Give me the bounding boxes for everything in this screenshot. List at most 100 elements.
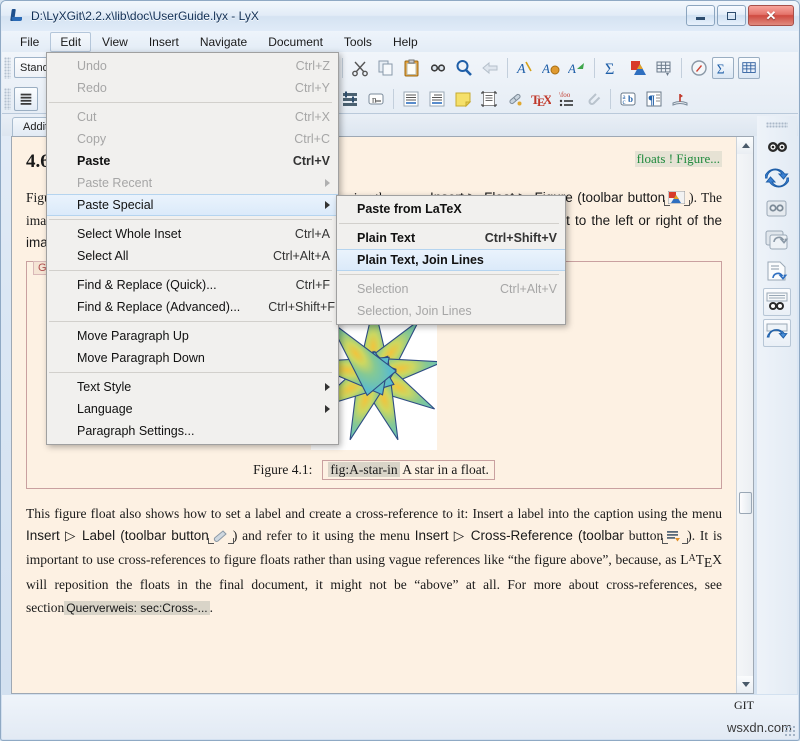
cross-reference-chip[interactable]: Querverweis: sec:Cross-... [64, 600, 210, 615]
attachment-icon[interactable] [580, 86, 606, 112]
scroll-up-button[interactable] [737, 137, 753, 154]
thesaurus-icon[interactable]: A [538, 55, 564, 81]
spellcheck-icon[interactable]: A [512, 55, 538, 81]
next-change-icon[interactable] [763, 288, 791, 316]
menu-item-plain-text-join-lines[interactable]: Plain Text, Join Lines [337, 249, 565, 271]
menu-item-plain-text-join-lines-label: Plain Text, Join Lines [357, 253, 484, 267]
menu-tools[interactable]: Tools [334, 32, 382, 52]
submenu-arrow-icon [325, 383, 330, 391]
menu-file[interactable]: File [10, 32, 49, 52]
menu-item-move-paragraph-down[interactable]: Move Paragraph Down [47, 347, 338, 369]
document-scrollbar[interactable] [736, 137, 753, 693]
scrollbar-thumb[interactable] [739, 492, 752, 514]
footnote-icon[interactable]: \foo [554, 86, 580, 112]
menu-item-select-all[interactable]: Select All Ctrl+Alt+A [47, 245, 338, 267]
figure-label-chip[interactable]: fig:A-star-in [328, 461, 400, 477]
menu-item-paste-from-latex[interactable]: Paste from LaTeX [337, 198, 565, 220]
menu-item-undo[interactable]: Undo Ctrl+Z [47, 55, 338, 77]
paste-special-submenu[interactable]: Paste from LaTeX Plain Text Ctrl+Shift+V… [336, 195, 566, 325]
para2-text-d: ▷ Cross-Reference (toolbar [448, 528, 624, 543]
edit-dropdown-menu[interactable]: Undo Ctrl+Z Redo Ctrl+Y Cut Ctrl+X Copy … [46, 52, 339, 445]
minimize-button[interactable] [686, 5, 715, 26]
window-resize-grip[interactable] [784, 725, 796, 737]
menu-item-text-style[interactable]: Text Style [47, 376, 338, 398]
menu-item-select-all-label: Select All [77, 249, 129, 263]
title-bar[interactable]: D:\LyXGit\2.2.x\lib\doc\UserGuide.lyx - … [1, 1, 799, 31]
menu-bar: File Edit View Insert Navigate Document … [2, 31, 798, 52]
status-bar: GIT wsxdn.com [2, 695, 798, 739]
math-sigma-icon[interactable]: Σ [599, 55, 625, 81]
menu-view[interactable]: View [92, 32, 138, 52]
nomenclature-icon[interactable] [686, 55, 712, 81]
graphics-icon[interactable] [625, 55, 651, 81]
document-outline-icon[interactable] [14, 86, 38, 111]
toolbar-drag-handle-2[interactable] [4, 87, 11, 110]
figure-caption-box[interactable]: fig:A-star-in A star in a float. [322, 459, 495, 480]
paste-icon[interactable] [399, 55, 425, 81]
undo-arrow-icon[interactable] [477, 55, 503, 81]
label-tag-icon [207, 527, 234, 544]
note-icon[interactable] [450, 86, 476, 112]
svg-text:Σ: Σ [717, 61, 725, 76]
toolbar-drag-handle[interactable] [4, 56, 11, 79]
statistics-icon[interactable]: A [564, 55, 590, 81]
menu-item-redo-shortcut: Ctrl+Y [294, 81, 330, 95]
box-icon[interactable] [476, 86, 502, 112]
table-grid-icon[interactable] [651, 55, 677, 81]
index-icon[interactable] [667, 86, 693, 112]
table-insert-icon[interactable] [738, 56, 760, 79]
reject-change-icon[interactable] [763, 226, 791, 254]
toolbar-separator [610, 88, 611, 109]
menu-item-paste-special[interactable]: Paste Special [47, 194, 338, 216]
close-button[interactable]: ✕ [748, 5, 794, 26]
review-toolbar-drag-handle[interactable] [766, 122, 788, 128]
menu-help[interactable]: Help [383, 32, 428, 52]
cut-icon[interactable] [347, 55, 373, 81]
vcs-status-label: GIT [734, 698, 754, 712]
menu-item-paragraph-settings[interactable]: Paragraph Settings... [47, 420, 338, 442]
merge-changes-icon[interactable] [763, 164, 791, 192]
pilcrow-icon[interactable]: ¶ [641, 86, 667, 112]
menu-item-paste-special-label: Paste Special [77, 198, 154, 212]
paragraph-justify-icon[interactable] [398, 86, 424, 112]
close-icon: ✕ [765, 8, 777, 23]
paragraph-indent-icon[interactable] [424, 86, 450, 112]
window-title: D:\LyXGit\2.2.x\lib\doc\UserGuide.lyx - … [31, 9, 259, 23]
menu-navigate[interactable]: Navigate [190, 32, 257, 52]
numbered-list-icon[interactable]: n [363, 86, 389, 112]
graphics-inset-icon [664, 189, 691, 206]
para2-text-c: ) and refer to it using the menu [232, 528, 415, 543]
menu-insert[interactable]: Insert [139, 32, 189, 52]
menu-item-redo[interactable]: Redo Ctrl+Y [47, 77, 338, 99]
label-icon[interactable]: acb [615, 86, 641, 112]
menu-item-plain-text-label: Plain Text [357, 231, 416, 245]
hyperlink-icon[interactable] [502, 86, 528, 112]
show-changes-icon[interactable] [763, 319, 791, 347]
menu-item-select-whole-inset[interactable]: Select Whole Inset Ctrl+A [47, 223, 338, 245]
zoom-find-icon[interactable] [451, 55, 477, 81]
toolbar-separator [393, 88, 394, 109]
tex-code-icon[interactable]: TEX [528, 86, 554, 112]
track-changes-icon[interactable] [763, 133, 791, 161]
menu-item-selection[interactable]: Selection Ctrl+Alt+V [337, 278, 565, 300]
menu-item-copy[interactable]: Copy Ctrl+C [47, 128, 338, 150]
maximize-button[interactable] [717, 5, 746, 26]
menu-item-selection-join-lines[interactable]: Selection, Join Lines [337, 300, 565, 322]
menu-item-find-replace-quick[interactable]: Find & Replace (Quick)... Ctrl+F [47, 274, 338, 296]
scroll-down-button[interactable] [737, 676, 753, 693]
menu-item-paste[interactable]: Paste Ctrl+V [47, 150, 338, 172]
math-panel-icon[interactable]: Σ [712, 56, 734, 79]
menu-item-cut[interactable]: Cut Ctrl+X [47, 106, 338, 128]
menu-document[interactable]: Document [258, 32, 333, 52]
menu-item-paste-recent[interactable]: Paste Recent [47, 172, 338, 194]
menu-item-plain-text[interactable]: Plain Text Ctrl+Shift+V [337, 227, 565, 249]
menu-item-move-paragraph-up[interactable]: Move Paragraph Up [47, 325, 338, 347]
menu-item-language[interactable]: Language [47, 398, 338, 420]
accept-change-icon[interactable] [763, 195, 791, 223]
accept-all-changes-icon[interactable] [763, 257, 791, 285]
copy-icon[interactable] [373, 55, 399, 81]
menu-edit[interactable]: Edit [50, 31, 92, 52]
find-replace-icon[interactable] [425, 55, 451, 81]
menu-item-find-replace-advanced[interactable]: Find & Replace (Advanced)... Ctrl+Shift+… [47, 296, 338, 318]
document-settings-icon[interactable] [337, 86, 363, 112]
